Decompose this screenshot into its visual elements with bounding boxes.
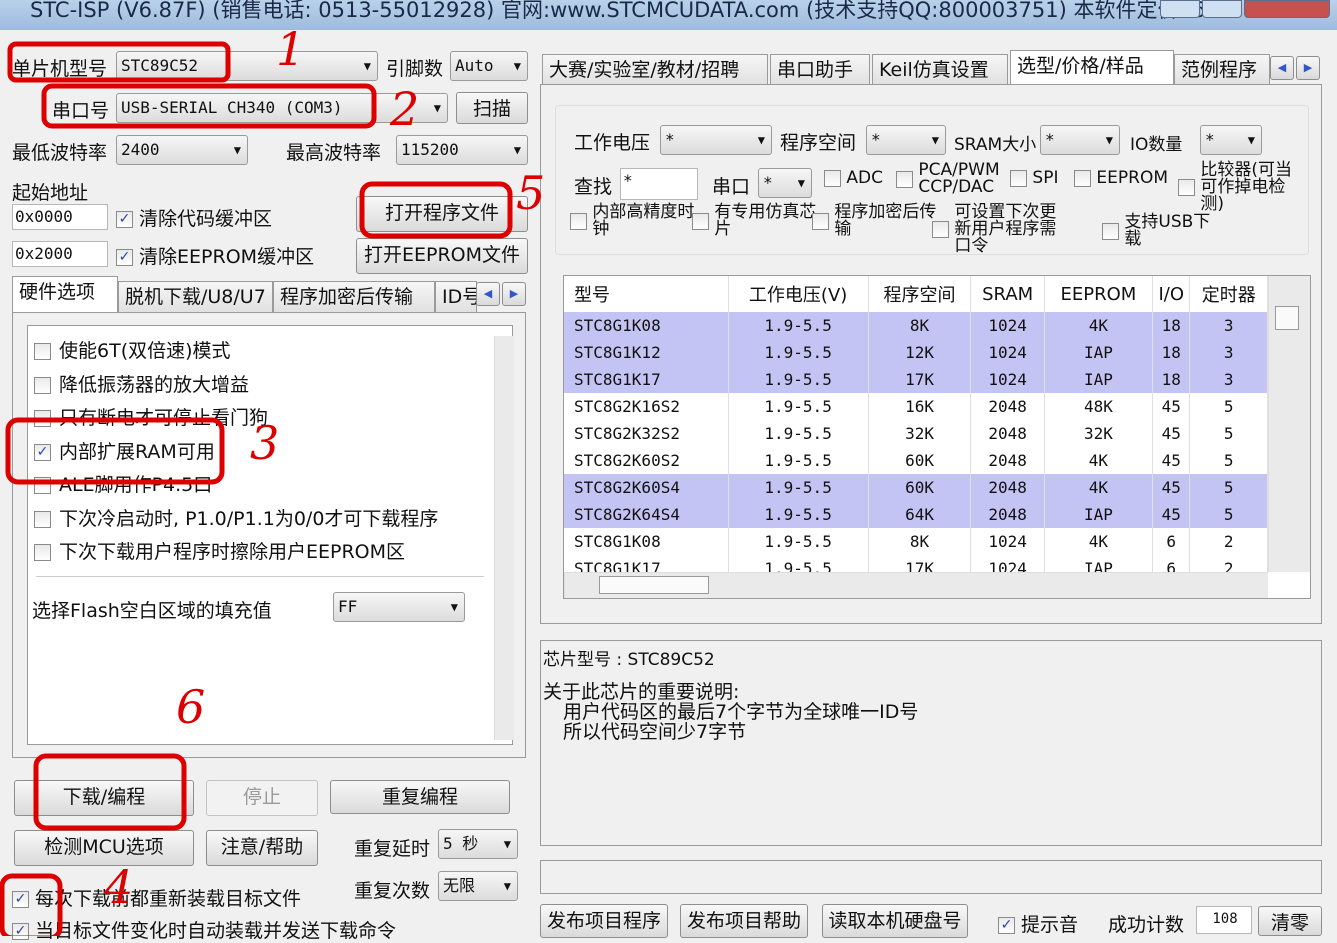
annotation-box-open-file: [359, 181, 513, 239]
annotation-6: 6: [176, 680, 206, 734]
annotation-box-reload: [0, 873, 63, 936]
annotation-1: 1: [276, 22, 306, 76]
annotation-box-download: [33, 753, 187, 831]
annotation-box-port: [41, 83, 377, 129]
annotation-box-mcu: [7, 41, 231, 83]
annotation-4: 4: [104, 860, 134, 914]
annotation-2: 2: [390, 82, 420, 136]
annotation-box-ram: [5, 417, 225, 485]
annotation-5: 5: [516, 166, 546, 220]
annotation-3: 3: [250, 416, 280, 470]
red-annotation-marks: [0, 41, 513, 936]
